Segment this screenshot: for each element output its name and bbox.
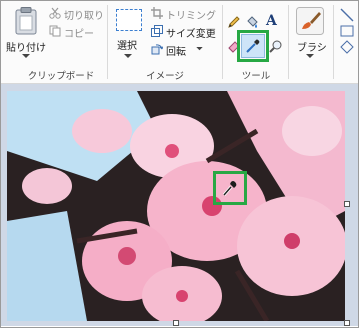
magnifier-icon[interactable] xyxy=(269,39,283,53)
paste-button[interactable]: 貼り付け xyxy=(5,5,47,63)
resize-icon xyxy=(151,25,163,37)
crop-button[interactable]: トリミング xyxy=(151,7,217,22)
crop-label: トリミング xyxy=(166,11,216,22)
resize-handle-bottom[interactable] xyxy=(173,320,179,326)
color-picker-highlight xyxy=(237,30,269,62)
fill-bucket-icon[interactable] xyxy=(245,15,259,29)
cut-button[interactable]: 切り取り xyxy=(49,7,104,22)
chevron-down-icon xyxy=(306,54,314,58)
text-tool-icon[interactable]: A xyxy=(266,13,277,29)
rotate-icon xyxy=(151,44,163,55)
select-label: 選択 xyxy=(117,41,137,52)
resize-button[interactable]: サイズ変更 xyxy=(151,25,217,40)
image-group-label: イメージ xyxy=(146,71,184,82)
copy-button[interactable]: コピー xyxy=(49,25,103,40)
chevron-down-icon xyxy=(124,54,132,58)
shapes-gallery-icon[interactable] xyxy=(339,7,357,59)
resize-handle-right[interactable] xyxy=(344,201,350,207)
crop-icon xyxy=(151,7,163,19)
rotate-button[interactable]: 回転 xyxy=(151,43,217,58)
divider xyxy=(107,5,108,79)
pencil-icon[interactable] xyxy=(227,15,241,29)
brushes-label: ブラシ xyxy=(297,43,327,54)
rotate-label: 回転 xyxy=(166,47,186,58)
copy-icon xyxy=(49,25,61,37)
chevron-down-icon xyxy=(22,54,30,58)
divider xyxy=(222,5,223,79)
canvas-workspace xyxy=(1,84,358,326)
scissors-icon xyxy=(49,7,61,19)
cherry-blossom-image xyxy=(7,91,345,321)
divider xyxy=(333,5,334,79)
resize-handle-corner[interactable] xyxy=(344,320,350,326)
divider xyxy=(288,5,289,79)
clipboard-icon xyxy=(15,7,37,35)
image-canvas[interactable] xyxy=(7,91,345,321)
resize-label: サイズ変更 xyxy=(166,29,216,40)
select-button[interactable]: 選択 xyxy=(113,7,145,63)
brushes-button[interactable]: ブラシ xyxy=(291,5,329,63)
eyedropper-cursor xyxy=(213,171,247,205)
clipboard-group-label: クリップボード xyxy=(27,71,95,82)
ribbon: 貼り付け 切り取り コピー クリップボード 選択 トリミング サイズ変更 回転 … xyxy=(1,1,358,84)
tools-group-label: ツール xyxy=(241,71,271,82)
chevron-down-icon xyxy=(196,47,203,51)
paste-label: 貼り付け xyxy=(6,43,46,54)
selection-rect-icon xyxy=(116,9,142,31)
copy-label: コピー xyxy=(64,29,94,40)
eyedropper-cursor-icon xyxy=(222,181,237,196)
brush-icon xyxy=(296,7,324,35)
cut-label: 切り取り xyxy=(64,11,104,22)
